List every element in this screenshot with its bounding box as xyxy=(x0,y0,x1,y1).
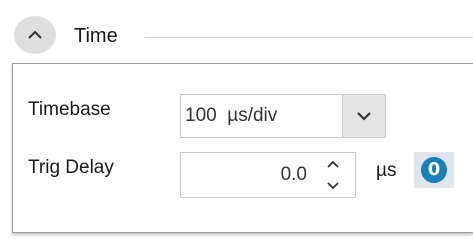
trig-delay-label: Trig Delay xyxy=(28,157,114,178)
chevron-up-icon xyxy=(28,30,42,39)
trig-delay-decrement-button[interactable] xyxy=(315,175,351,196)
timebase-label: Timebase xyxy=(28,99,111,120)
chevron-up-icon xyxy=(327,160,339,168)
collapse-section-button[interactable] xyxy=(14,16,56,54)
trig-delay-value: 0.0 xyxy=(280,164,307,185)
zero-icon: 0 xyxy=(421,157,447,183)
section-title: Time xyxy=(74,25,118,47)
time-settings-panel-root: Time Timebase 100 µs/div Trig Delay 0.0 … xyxy=(0,0,473,241)
timebase-dropdown-button[interactable] xyxy=(342,95,385,137)
zero-trig-delay-button[interactable]: 0 xyxy=(414,152,454,188)
trig-delay-unit: µs xyxy=(376,160,397,181)
trig-delay-field[interactable]: 0.0 xyxy=(180,152,356,198)
title-divider xyxy=(145,37,473,38)
chevron-down-icon xyxy=(357,112,371,121)
trig-delay-increment-button[interactable] xyxy=(315,154,351,175)
timebase-value: 100 µs/div xyxy=(185,105,278,126)
time-section-panel xyxy=(12,63,473,233)
timebase-dropdown[interactable]: 100 µs/div xyxy=(180,94,386,138)
chevron-down-icon xyxy=(327,182,339,190)
